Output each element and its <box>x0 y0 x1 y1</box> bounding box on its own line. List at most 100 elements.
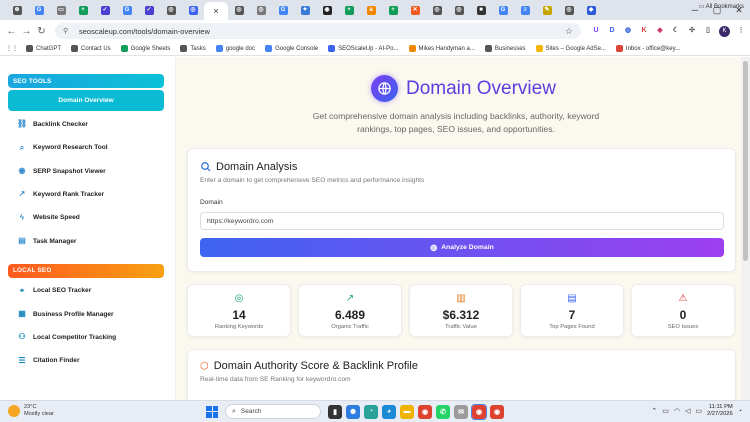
browser-tab[interactable]: ✦ <box>294 2 316 18</box>
shield-icon: ⬡ <box>200 360 209 372</box>
wifi-icon[interactable]: ◠ <box>674 407 680 415</box>
browser-tab[interactable]: ◎ <box>160 2 182 18</box>
browser-tab[interactable]: G <box>272 2 294 18</box>
sidebar-item-business-profile-manager[interactable]: ▦ Business Profile Manager <box>8 304 164 325</box>
browser-tab[interactable]: + <box>382 2 404 18</box>
bookmark-item[interactable]: Inbox - office@key... <box>615 45 680 52</box>
all-bookmarks[interactable]: ▭ All Bookmarks <box>699 3 744 10</box>
reload-icon[interactable]: ↻ <box>34 26 49 37</box>
browser-tab[interactable]: ▭ <box>50 2 72 18</box>
domain-analysis-card: Domain Analysis Enter a domain to get co… <box>187 148 736 272</box>
bookmark-item[interactable]: SEOScaleUp - AI-Po... <box>328 45 399 52</box>
extension-globe-icon[interactable]: ◍ <box>623 26 633 36</box>
browser-tab[interactable]: + <box>338 2 360 18</box>
forward-icon[interactable]: → <box>19 26 34 37</box>
browser-tab[interactable]: ◎ <box>558 2 580 18</box>
bookmark-item[interactable]: Businesses <box>484 45 526 52</box>
task-view-icon[interactable]: ▮ <box>328 404 342 419</box>
weather-widget[interactable]: 23°C Mostly clear <box>8 404 54 418</box>
notification-bell-icon[interactable]: ◔ <box>738 408 742 415</box>
sidepanel-icon[interactable]: ▯ <box>703 26 713 36</box>
browser-tab[interactable]: ◎ <box>182 2 204 18</box>
browser-tab[interactable]: ◎ <box>448 2 470 18</box>
extension-moon-icon[interactable]: ☾ <box>671 26 681 36</box>
sidebar-item-citation-finder[interactable]: ☰ Citation Finder <box>8 350 164 371</box>
start-icon[interactable] <box>206 405 218 418</box>
file-explorer-icon[interactable]: ▬ <box>400 404 414 419</box>
bookmark-item[interactable]: Mikes Handyman a... <box>408 45 475 52</box>
sidebar-item-keyword-rank-tracker[interactable]: ↗ Keyword Rank Tracker <box>8 184 164 205</box>
edge-icon[interactable]: ◕ <box>382 404 396 419</box>
sidebar-item-keyword-research-tool[interactable]: ⌕ Keyword Research Tool <box>8 137 164 158</box>
authority-title-text: Domain Authority Score & Backlink Profil… <box>213 360 418 372</box>
sidebar-item-task-manager[interactable]: ▤ Task Manager <box>8 231 164 252</box>
chevron-up-icon[interactable]: ⌃ <box>651 407 657 415</box>
sidebar-item-label: SERP Snapshot Viewer <box>33 167 106 175</box>
extension-k-icon[interactable]: K <box>639 26 649 36</box>
network-icon[interactable]: ▭ <box>662 407 669 415</box>
browser-tab[interactable]: × <box>204 2 228 20</box>
extension-shield-icon[interactable]: ◆ <box>655 26 665 36</box>
extensions-puzzle-icon[interactable]: ✣ <box>687 26 697 36</box>
back-icon[interactable]: ← <box>4 26 19 37</box>
bookmark-item[interactable]: google doc <box>215 45 255 52</box>
extension-d-icon[interactable]: D <box>607 26 617 36</box>
sidebar-item-local-competitor-tracking[interactable]: ⚇ Local Competitor Tracking <box>8 327 164 348</box>
address-bar[interactable]: ⚲ seoscaleup.com/tools/domain-overview ☆ <box>55 23 581 39</box>
profile-avatar[interactable]: K <box>719 25 730 37</box>
clock[interactable]: 11:11 PM 2/27/2026 <box>707 404 733 418</box>
browser-tab[interactable]: ⊛ <box>6 2 28 18</box>
bookmark-item[interactable]: Google Sheets <box>120 45 170 52</box>
browser-toolbar: ← → ↻ ⚲ seoscaleup.com/tools/domain-over… <box>0 20 750 42</box>
volume-icon[interactable]: ◁ <box>685 407 690 415</box>
browser-tab[interactable]: ✓ <box>94 2 116 18</box>
browser-tab[interactable]: ◉ <box>316 2 338 18</box>
sidebar-item-domain-overview[interactable]: Domain Overview <box>8 90 164 112</box>
bookmark-item[interactable]: Sites – Google AdSe... <box>535 45 606 52</box>
bookmark-item[interactable]: Contact Us <box>71 45 111 52</box>
copilot-icon[interactable]: ✺ <box>346 404 360 419</box>
bookmark-star-icon[interactable]: ☆ <box>565 26 573 37</box>
browser-tab[interactable]: G <box>116 2 138 18</box>
chrome-profile-icon[interactable]: ◉ <box>490 404 504 419</box>
chrome-active-icon[interactable]: ◉ <box>471 403 487 420</box>
bookmark-item[interactable]: Tasks <box>180 45 206 52</box>
domain-input[interactable] <box>200 212 724 230</box>
extension-u-icon[interactable]: U <box>591 26 601 36</box>
whatsapp-icon[interactable]: ✆ <box>436 404 450 419</box>
battery-icon[interactable]: ▭ <box>695 407 702 415</box>
browser-tab[interactable]: ◎ <box>426 2 448 18</box>
amazon-icon: a <box>366 5 376 15</box>
browser-tab[interactable]: ◆ <box>580 2 602 18</box>
browser-tab[interactable]: ◎ <box>250 2 272 18</box>
page-scrollbar[interactable] <box>741 57 750 400</box>
bookmark-item[interactable]: ChatGPT <box>26 45 61 52</box>
site-info-icon[interactable]: ⚲ <box>63 27 73 35</box>
mail-icon[interactable]: ✉ <box>454 404 468 419</box>
browser-tab[interactable]: ✓ <box>138 2 160 18</box>
browser-tab[interactable]: ◎ <box>228 2 250 18</box>
edge-beta-icon[interactable]: ◔ <box>364 404 378 419</box>
browser-tab-strip: ⊛ G ▭ + ✓ G ✓ ◎ ◎ × ◎ ◎ G ✦ ◉ + a + ✕ ◎ ◎ ■ G ≡ ✎ ◎ ◆ <box>0 0 750 20</box>
scrollbar-thumb[interactable] <box>743 61 748 261</box>
browser-tab[interactable]: G <box>492 2 514 18</box>
sidebar-item-local-seo-tracker[interactable]: ⌖ Local SEO Tracker <box>8 280 164 301</box>
apps-grid-icon[interactable]: ⋮⋮ <box>6 45 18 52</box>
taskbar-search[interactable]: ⌕ Search <box>225 404 321 419</box>
browser-tab[interactable]: G <box>28 2 50 18</box>
browser-tab[interactable]: ✕ <box>404 2 426 18</box>
browser-tab[interactable]: ✎ <box>536 2 558 18</box>
browser-tab[interactable]: + <box>72 2 94 18</box>
bookmark-item[interactable]: Google Console <box>265 45 318 52</box>
sidebar-item-serp-snapshot-viewer[interactable]: ◉ SERP Snapshot Viewer <box>8 161 164 182</box>
analyze-domain-button[interactable]: ◍ Analyze Domain <box>200 238 724 257</box>
browser-tab[interactable]: ■ <box>470 2 492 18</box>
active-tab-icon[interactable]: × <box>213 6 218 16</box>
sidebar-item-backlink-checker[interactable]: ⛓ Backlink Checker <box>8 114 164 135</box>
chrome-icon[interactable]: ◉ <box>418 404 432 419</box>
browser-tab[interactable]: a <box>360 2 382 18</box>
sidebar-item-website-speed[interactable]: ϟ Website Speed <box>8 207 164 228</box>
browser-tab[interactable]: ≡ <box>514 2 536 18</box>
menu-icon[interactable]: ⋮ <box>736 26 746 36</box>
shield-icon: ◆ <box>586 5 596 15</box>
